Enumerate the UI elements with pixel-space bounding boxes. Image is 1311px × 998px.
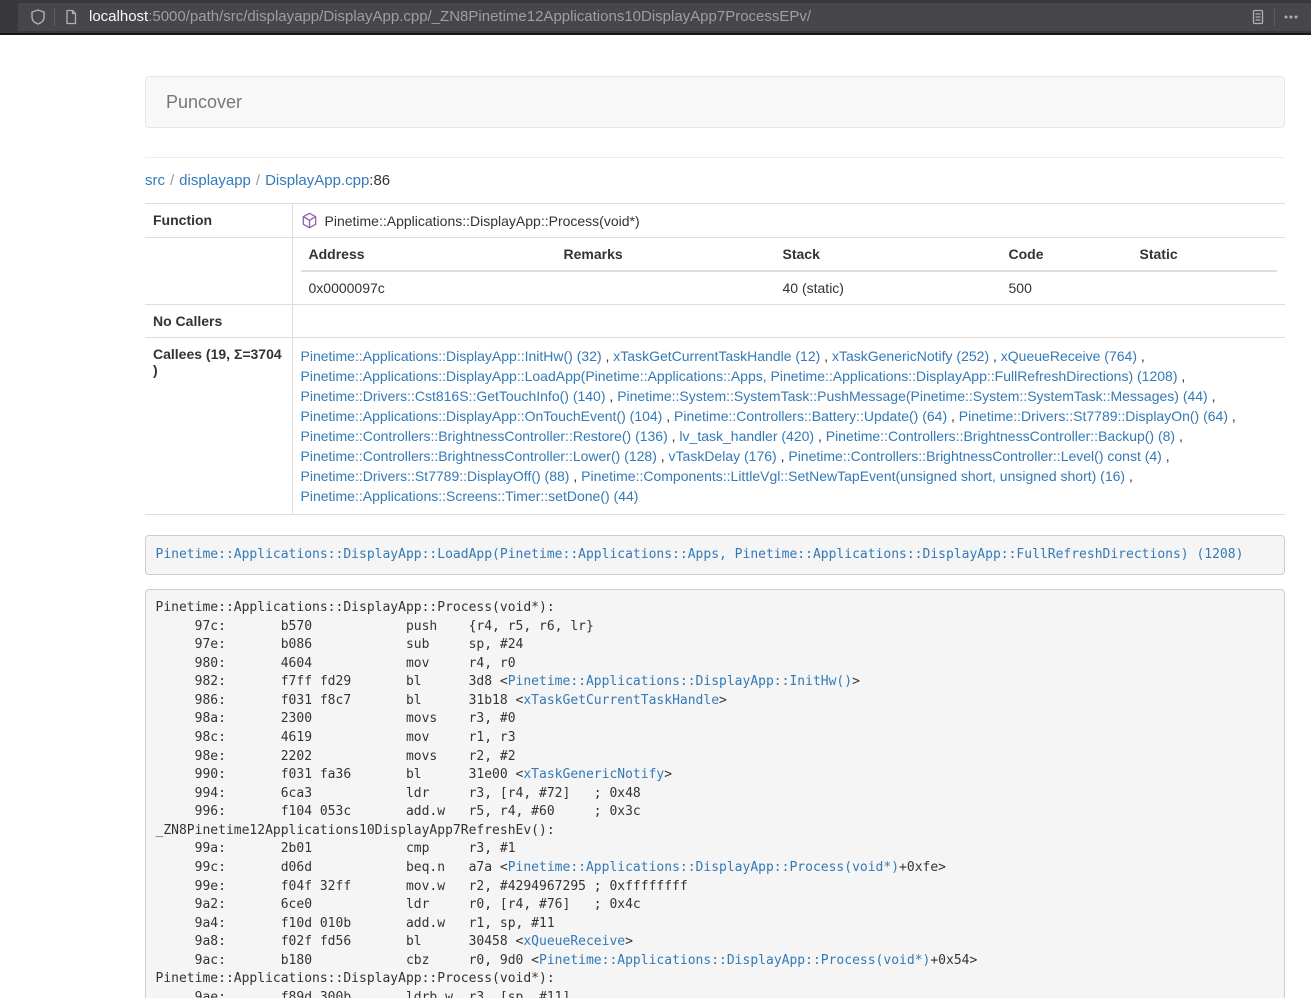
asm-symbol-link[interactable]: Pinetime::Applications::DisplayApp::Init… bbox=[508, 674, 852, 689]
page-content: Puncover src / displayapp / DisplayApp.cpp:8… bbox=[0, 35, 1311, 998]
callees-label: Callees (19, Σ=3704 ) bbox=[145, 338, 292, 515]
breadcrumb-separator: / bbox=[170, 172, 174, 189]
shield-icon[interactable] bbox=[26, 5, 50, 29]
asm-symbol-link[interactable]: xQueueReceive bbox=[523, 934, 625, 949]
function-stats-table: Address Remarks Stack Code Static 0x0000… bbox=[301, 238, 1278, 304]
breadcrumb-src[interactable]: src bbox=[145, 172, 165, 189]
callee-link[interactable]: Pinetime::Drivers::St7789::DisplayOn() (… bbox=[959, 408, 1228, 424]
breadcrumb-file[interactable]: DisplayApp.cpp bbox=[265, 172, 369, 189]
callee-link[interactable]: Pinetime::System::SystemTask::PushMessag… bbox=[617, 388, 1208, 404]
column-header-remarks: Remarks bbox=[556, 238, 775, 271]
breadcrumb-line-number: :86 bbox=[369, 172, 390, 189]
remarks-value bbox=[556, 271, 775, 304]
callee-link[interactable]: Pinetime::Drivers::Cst816S::GetTouchInfo… bbox=[301, 388, 606, 404]
urlbar-divider bbox=[54, 8, 55, 26]
column-header-code: Code bbox=[1001, 238, 1132, 271]
asm-symbol-link[interactable]: xTaskGetCurrentTaskHandle bbox=[523, 693, 719, 708]
no-callers-label: No Callers bbox=[145, 305, 292, 338]
callee-link[interactable]: Pinetime::Controllers::BrightnessControl… bbox=[788, 448, 1161, 464]
column-header-stack: Stack bbox=[775, 238, 1001, 271]
callee-link[interactable]: Pinetime::Applications::DisplayApp::Load… bbox=[301, 368, 1178, 384]
callees-list: Pinetime::Applications::DisplayApp::Init… bbox=[292, 338, 1285, 515]
column-header-static: Static bbox=[1132, 238, 1278, 271]
assembly-code: Pinetime::Applications::DisplayApp::Proc… bbox=[145, 589, 1285, 998]
callee-link[interactable]: lv_task_handler (420) bbox=[679, 428, 814, 444]
breadcrumb: src / displayapp / DisplayApp.cpp:86 bbox=[145, 172, 1285, 189]
asm-symbol-link[interactable]: Pinetime::Applications::DisplayApp::Proc… bbox=[508, 860, 899, 875]
url-bar[interactable]: localhost:5000/path/src/displayapp/Displ… bbox=[18, 3, 1311, 31]
reader-mode-icon[interactable] bbox=[1246, 5, 1270, 29]
current-symbol-box: Pinetime::Applications::DisplayApp::Load… bbox=[145, 535, 1285, 575]
url-text[interactable]: localhost:5000/path/src/displayapp/Displ… bbox=[89, 8, 1246, 25]
url-host: localhost bbox=[89, 8, 148, 25]
asm-symbol-link[interactable]: xTaskGenericNotify bbox=[523, 767, 664, 782]
callee-link[interactable]: Pinetime::Controllers::BrightnessControl… bbox=[826, 428, 1175, 444]
no-callers-row: No Callers bbox=[145, 305, 1285, 338]
breadcrumb-separator: / bbox=[256, 172, 260, 189]
static-value bbox=[1132, 271, 1278, 304]
callee-link[interactable]: xTaskGenericNotify (252) bbox=[832, 348, 989, 364]
callee-link[interactable]: Pinetime::Applications::Screens::Timer::… bbox=[301, 488, 639, 504]
page-actions-menu-icon[interactable] bbox=[1279, 5, 1303, 29]
function-name: Pinetime::Applications::DisplayApp::Proc… bbox=[325, 213, 640, 229]
breadcrumb-displayapp[interactable]: displayapp bbox=[179, 172, 251, 189]
function-label: Function bbox=[145, 204, 292, 238]
stack-value: 40 (static) bbox=[775, 271, 1001, 304]
loadapp-symbol-link[interactable]: Pinetime::Applications::DisplayApp::Load… bbox=[156, 547, 1244, 562]
callee-link[interactable]: xQueueReceive (764) bbox=[1001, 348, 1137, 364]
function-row: Function Pinetime::Applications::Display… bbox=[145, 204, 1285, 238]
callees-row: Callees (19, Σ=3704 ) Pinetime::Applicat… bbox=[145, 338, 1285, 515]
callee-link[interactable]: Pinetime::Components::LittleVgl::SetNewT… bbox=[581, 468, 1125, 484]
column-header-address: Address bbox=[301, 238, 556, 271]
symbol-cube-icon bbox=[301, 212, 318, 229]
callee-link[interactable]: Pinetime::Controllers::BrightnessControl… bbox=[301, 428, 668, 444]
function-details-row: Address Remarks Stack Code Static 0x0000… bbox=[145, 238, 1285, 305]
app-navbar: Puncover bbox=[145, 76, 1285, 128]
urlbar-divider bbox=[1274, 8, 1275, 26]
table-row: 0x0000097c 40 (static) 500 bbox=[301, 271, 1278, 304]
page-info-icon[interactable] bbox=[59, 5, 83, 29]
callee-link[interactable]: Pinetime::Applications::DisplayApp::OnTo… bbox=[301, 408, 663, 424]
asm-symbol-link[interactable]: Pinetime::Applications::DisplayApp::Proc… bbox=[539, 953, 930, 968]
url-path: :5000/path/src/displayapp/DisplayApp.cpp… bbox=[148, 8, 811, 25]
callee-link[interactable]: xTaskGetCurrentTaskHandle (12) bbox=[613, 348, 820, 364]
callee-link[interactable]: vTaskDelay (176) bbox=[669, 448, 777, 464]
callee-link[interactable]: Pinetime::Drivers::St7789::DisplayOff() … bbox=[301, 468, 570, 484]
callee-link[interactable]: Pinetime::Controllers::BrightnessControl… bbox=[301, 448, 657, 464]
app-brand[interactable]: Puncover bbox=[166, 92, 242, 113]
function-table: Function Pinetime::Applications::Display… bbox=[145, 203, 1285, 515]
code-value: 500 bbox=[1001, 271, 1132, 304]
divider-line bbox=[145, 157, 1285, 158]
callee-link[interactable]: Pinetime::Controllers::Battery::Update()… bbox=[674, 408, 947, 424]
browser-toolbar: localhost:5000/path/src/displayapp/Displ… bbox=[0, 0, 1311, 35]
callee-link[interactable]: Pinetime::Applications::DisplayApp::Init… bbox=[301, 348, 602, 364]
address-value: 0x0000097c bbox=[301, 271, 556, 304]
